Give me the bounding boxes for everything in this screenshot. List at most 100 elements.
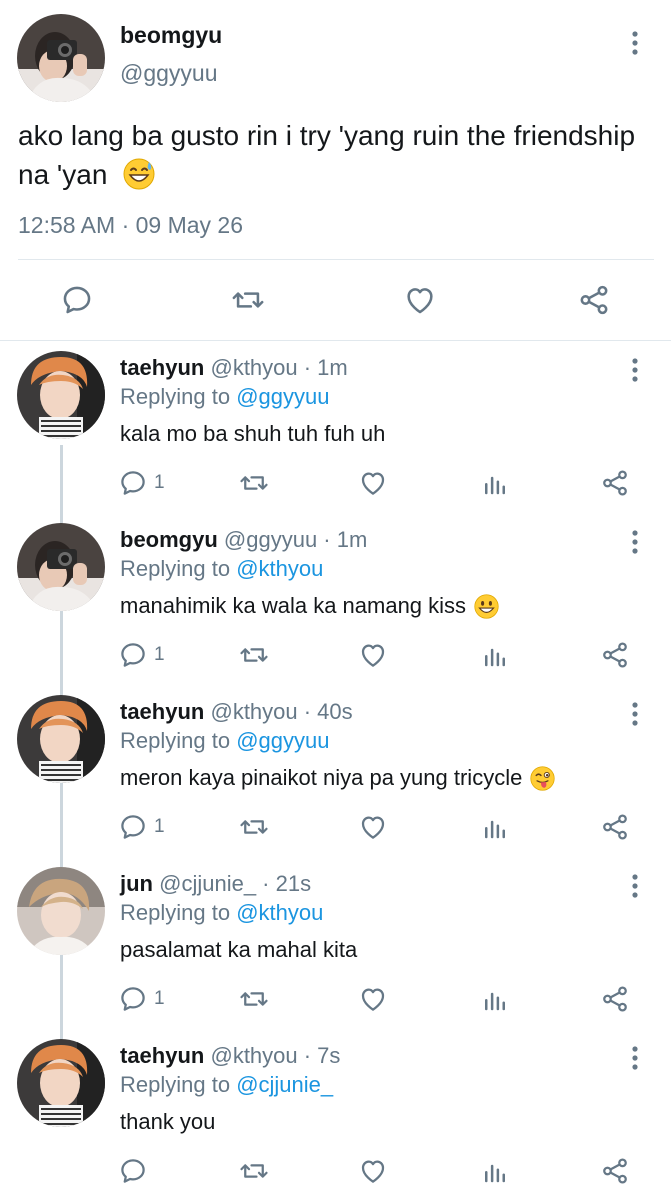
like-icon[interactable]: [358, 465, 388, 501]
replying-prefix: Replying to: [120, 556, 231, 581]
more-options-icon[interactable]: [624, 1045, 646, 1076]
reply-author-name[interactable]: taehyun: [120, 355, 204, 380]
analytics-icon[interactable]: [480, 465, 510, 501]
reply-text-content: pasalamat ka mahal kita: [120, 937, 358, 962]
more-options-icon[interactable]: [624, 701, 646, 732]
like-icon[interactable]: [358, 981, 388, 1017]
retweet-icon[interactable]: [238, 1153, 270, 1189]
reply-text-content: manahimik ka wala ka namang kiss: [120, 593, 467, 618]
reply-meta: @kthyou · 1m: [210, 355, 348, 380]
like-icon[interactable]: [358, 1153, 388, 1189]
replying-to: Replying to @ggyyuu: [120, 384, 329, 410]
reply-tweet[interactable]: taehyun @kthyou · 7s Replying to @cjjuni…: [0, 1031, 671, 1200]
reply-meta: @kthyou · 7s: [210, 1043, 341, 1068]
separator: [0, 340, 671, 341]
reply-icon: [121, 1159, 145, 1183]
more-options-icon[interactable]: [624, 873, 646, 904]
reply-button[interactable]: 1: [118, 637, 165, 673]
share-icon[interactable]: [600, 1153, 630, 1189]
reply-text-content: thank you: [120, 1109, 216, 1134]
reply-actions: 1: [110, 637, 650, 673]
avatar-taehyun[interactable]: [17, 1039, 105, 1127]
reply-header: taehyun @kthyou · 7s: [120, 1043, 340, 1069]
share-icon[interactable]: [600, 637, 630, 673]
more-options-icon[interactable]: [624, 529, 646, 560]
retweet-icon[interactable]: [238, 637, 270, 673]
reply-header: taehyun @kthyou · 1m: [120, 355, 348, 381]
reply-author-name[interactable]: taehyun: [120, 1043, 204, 1068]
reply-tweet[interactable]: beomgyu @ggyyuu · 1m Replying to @kthyou…: [0, 515, 671, 687]
reply-text: manahimik ka wala ka namang kiss: [120, 593, 499, 619]
retweet-icon[interactable]: [238, 981, 270, 1017]
mention-link[interactable]: @ggyyuu: [236, 384, 329, 409]
analytics-icon[interactable]: [480, 981, 510, 1017]
reply-text: pasalamat ka mahal kita: [120, 937, 357, 963]
like-icon[interactable]: [358, 637, 388, 673]
reply-text: kala mo ba shuh tuh fuh uh: [120, 421, 385, 447]
main-tweet: beomgyu @ggyyuu ako lang ba gusto rin i …: [0, 0, 671, 340]
retweet-icon[interactable]: [238, 809, 270, 845]
reply-meta: @ggyyuu · 1m: [223, 527, 368, 552]
analytics-icon[interactable]: [480, 1153, 510, 1189]
reply-count: 1: [154, 644, 165, 665]
reply-meta: @cjjunie_ · 21s: [159, 871, 312, 896]
reply-icon: [121, 987, 145, 1011]
share-icon[interactable]: [600, 981, 630, 1017]
reply-actions: 1: [110, 465, 650, 501]
avatar-beomgyu[interactable]: [17, 523, 105, 611]
share-icon[interactable]: [600, 465, 630, 501]
share-icon[interactable]: [572, 278, 616, 322]
avatar-jun[interactable]: [17, 867, 105, 955]
reply-tweet[interactable]: jun @cjjunie_ · 21s Replying to @kthyou …: [0, 859, 671, 1031]
more-options-icon[interactable]: [624, 30, 646, 61]
reply-header: beomgyu @ggyyuu · 1m: [120, 527, 367, 553]
reply-icon[interactable]: [55, 278, 99, 322]
reply-button[interactable]: 1: [118, 809, 165, 845]
grinning-sweat-emoji: [123, 158, 155, 190]
reply-button[interactable]: 1: [118, 981, 165, 1017]
reply-tweet[interactable]: taehyun @kthyou · 1m Replying to @ggyyuu…: [0, 343, 671, 515]
reply-tweet[interactable]: taehyun @kthyou · 40s Replying to @ggyyu…: [0, 687, 671, 859]
reply-button[interactable]: [118, 1153, 154, 1189]
replying-prefix: Replying to: [120, 900, 231, 925]
like-icon[interactable]: [358, 809, 388, 845]
reply-icon: [121, 815, 145, 839]
reply-actions: 1: [110, 809, 650, 845]
mention-link[interactable]: @cjjunie_: [236, 1072, 333, 1097]
replying-prefix: Replying to: [120, 384, 231, 409]
avatar-beomgyu[interactable]: [17, 14, 105, 102]
tweet-actions: [0, 278, 671, 322]
author-handle[interactable]: @ggyyuu: [120, 60, 218, 87]
avatar-taehyun[interactable]: [17, 351, 105, 439]
analytics-icon[interactable]: [480, 637, 510, 673]
reply-actions: [110, 1153, 650, 1189]
mention-link[interactable]: @kthyou: [236, 556, 323, 581]
divider: [18, 259, 654, 260]
reply-author-name[interactable]: jun: [120, 871, 153, 896]
retweet-icon[interactable]: [238, 465, 270, 501]
replying-to: Replying to @cjjunie_: [120, 1072, 333, 1098]
reply-header: jun @cjjunie_ · 21s: [120, 871, 311, 897]
reply-text: meron kaya pinaikot niya pa yung tricycl…: [120, 765, 555, 791]
reply-button[interactable]: 1: [118, 465, 165, 501]
author-name[interactable]: beomgyu: [120, 22, 222, 49]
reply-author-name[interactable]: beomgyu: [120, 527, 218, 552]
tweet-text-content: ako lang ba gusto rin i try 'yang ruin t…: [18, 120, 636, 190]
reply-count: 1: [154, 988, 165, 1009]
like-icon[interactable]: [398, 278, 442, 322]
more-options-icon[interactable]: [624, 357, 646, 388]
grinning-emoji: [474, 593, 499, 619]
reply-header: taehyun @kthyou · 40s: [120, 699, 353, 725]
analytics-icon[interactable]: [480, 809, 510, 845]
replying-prefix: Replying to: [120, 1072, 231, 1097]
reply-author-name[interactable]: taehyun: [120, 699, 204, 724]
replying-to: Replying to @kthyou: [120, 900, 323, 926]
reply-count: 1: [154, 816, 165, 837]
reply-text-content: meron kaya pinaikot niya pa yung tricycl…: [120, 765, 523, 790]
share-icon[interactable]: [600, 809, 630, 845]
mention-link[interactable]: @ggyyuu: [236, 728, 329, 753]
mention-link[interactable]: @kthyou: [236, 900, 323, 925]
retweet-icon[interactable]: [226, 278, 270, 322]
avatar-taehyun[interactable]: [17, 695, 105, 783]
replying-to: Replying to @ggyyuu: [120, 728, 329, 754]
